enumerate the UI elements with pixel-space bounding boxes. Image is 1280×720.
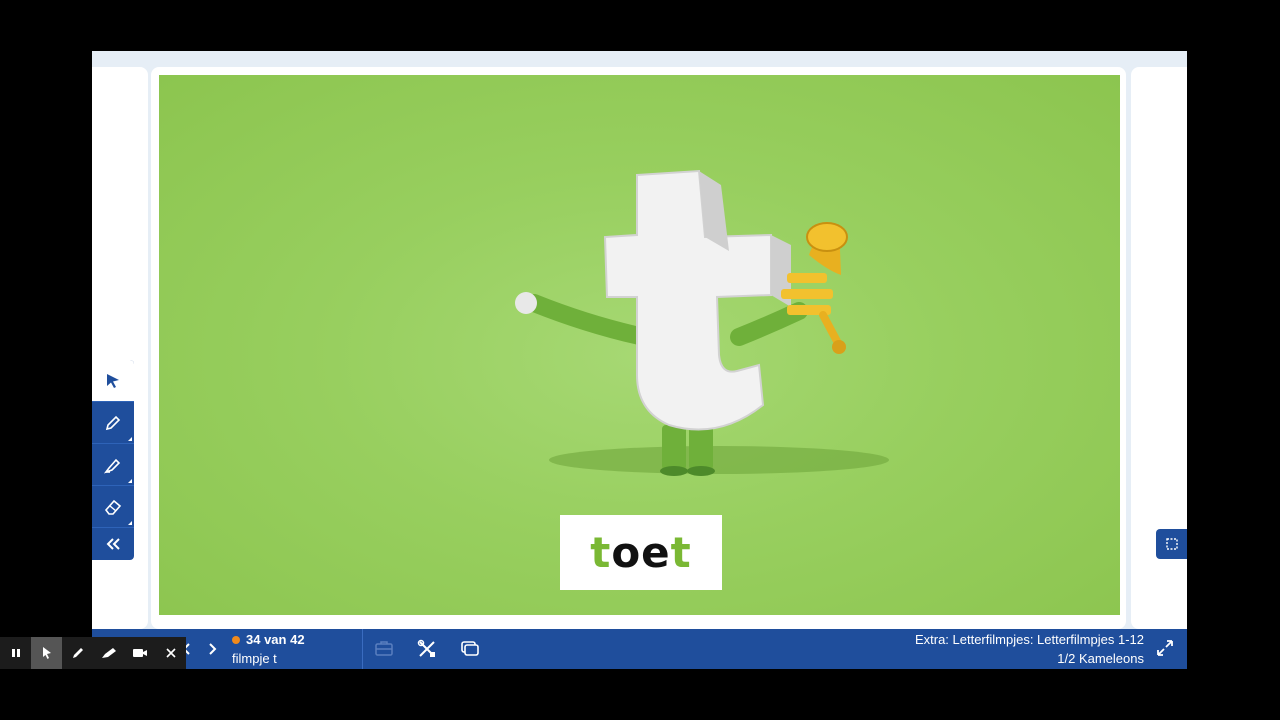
pause-button[interactable] bbox=[0, 637, 31, 669]
character-left-hand bbox=[515, 292, 537, 314]
submenu-indicator bbox=[128, 479, 132, 483]
close-icon bbox=[165, 648, 176, 658]
app-window: t oe t 34 van 42 filmpje t Extra: Letter… bbox=[92, 51, 1187, 669]
pen-icon bbox=[72, 648, 83, 658]
status-dot bbox=[232, 635, 240, 644]
cursor-icon bbox=[42, 647, 51, 659]
character-shadow bbox=[549, 446, 889, 474]
slide-counter-text: 34 van 42 bbox=[246, 632, 305, 647]
character-left-shoe bbox=[660, 466, 688, 476]
submenu-indicator bbox=[128, 437, 132, 441]
character-left-leg bbox=[662, 425, 686, 470]
word-card: t oe t bbox=[560, 515, 722, 590]
selection-tool-button[interactable] bbox=[1156, 529, 1187, 559]
highlighter-tool-button[interactable] bbox=[92, 444, 134, 486]
pen-button[interactable] bbox=[62, 637, 93, 669]
lesson-breadcrumb: Extra: Letterfilmpjes: Letterfilmpjes 1-… bbox=[914, 632, 1144, 647]
toolbar-divider bbox=[362, 629, 363, 669]
lesson-subtitle: 1/2 Kameleons bbox=[1057, 651, 1144, 666]
word-letter-last: t bbox=[670, 528, 692, 577]
video-player[interactable]: t oe t bbox=[159, 75, 1120, 615]
cursor-button[interactable] bbox=[31, 637, 62, 669]
pencil-icon bbox=[105, 415, 121, 430]
word-letters-middle: oe bbox=[611, 528, 671, 577]
highlighter-icon bbox=[104, 458, 121, 474]
next-slide-button[interactable] bbox=[204, 639, 222, 659]
word-letter-1: t bbox=[590, 528, 612, 577]
windows-button[interactable] bbox=[460, 639, 480, 662]
drawing-toolbox bbox=[92, 360, 134, 560]
fullscreen-button[interactable] bbox=[1155, 638, 1175, 663]
pointer-tool-button[interactable] bbox=[92, 360, 134, 402]
windows-icon bbox=[461, 641, 479, 656]
marker-button[interactable] bbox=[93, 637, 124, 669]
camera-button[interactable] bbox=[124, 637, 155, 669]
character-left-arm bbox=[525, 294, 653, 346]
camera-icon bbox=[132, 649, 147, 657]
marker-icon bbox=[101, 648, 116, 658]
pointer-icon bbox=[107, 373, 119, 388]
selection-icon bbox=[1166, 538, 1178, 550]
briefcase-button[interactable] bbox=[374, 639, 394, 662]
expand-icon bbox=[1157, 640, 1173, 656]
character-right-leg bbox=[689, 425, 713, 470]
collapse-toolbox-button[interactable] bbox=[92, 528, 134, 560]
screen-recorder-toolbar bbox=[0, 637, 186, 669]
pause-icon bbox=[11, 649, 20, 657]
bottom-navigation-bar: 34 van 42 filmpje t Extra: Letterfilmpje… bbox=[92, 629, 1187, 669]
briefcase-icon bbox=[375, 641, 393, 656]
tools-button[interactable] bbox=[417, 639, 437, 664]
slide-title: filmpje t bbox=[232, 651, 277, 666]
eraser-icon bbox=[104, 499, 122, 515]
character-right-shoe bbox=[687, 466, 715, 476]
submenu-indicator bbox=[128, 521, 132, 525]
close-recorder-button[interactable] bbox=[155, 637, 186, 669]
eraser-tool-button[interactable] bbox=[92, 486, 134, 528]
letter-t-shape bbox=[603, 169, 772, 431]
slide-counter: 34 van 42 bbox=[232, 632, 305, 647]
tools-icon bbox=[417, 639, 435, 657]
pencil-tool-button[interactable] bbox=[92, 402, 134, 444]
chevron-right-icon bbox=[209, 643, 217, 655]
double-chevron-left-icon bbox=[106, 538, 120, 550]
